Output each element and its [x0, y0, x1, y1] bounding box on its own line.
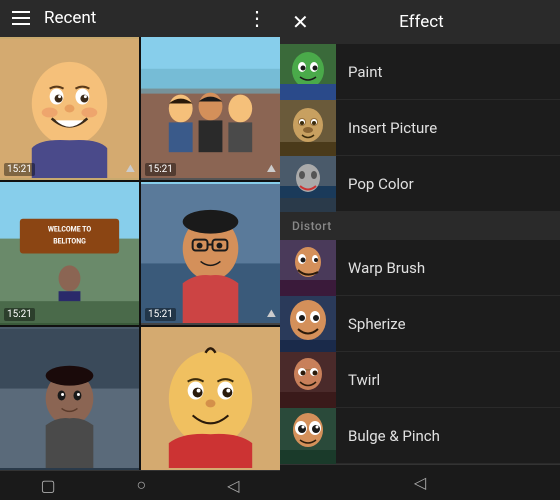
close-button[interactable]: ✕: [292, 12, 309, 32]
effect-item-insert-picture[interactable]: Insert Picture: [280, 100, 560, 156]
effect-thumb-bulge: [280, 408, 336, 464]
effect-thumb-circle: [280, 464, 336, 465]
effect-item-paint[interactable]: Paint: [280, 44, 560, 100]
effect-label-warp: Warp Brush: [336, 259, 552, 277]
svg-text:BELITONG: BELITONG: [53, 237, 86, 245]
svg-text:WELCOME TO: WELCOME TO: [48, 225, 92, 233]
effect-thumb-pop: [280, 156, 336, 212]
top-bar-left: Recent: [12, 8, 96, 28]
effect-thumb-paint: [280, 44, 336, 100]
nav-back-button-right[interactable]: ◁: [398, 469, 442, 496]
recent-title: Recent: [44, 8, 96, 28]
image-icon-4: ⛰: [267, 307, 276, 321]
bottom-nav-left: ▢ ○ ◁: [0, 470, 280, 500]
photo-cell-4[interactable]: 15:21 ⛰: [141, 182, 280, 325]
effect-label-bulge: Bulge & Pinch: [336, 427, 552, 445]
left-panel: Recent ⋮: [0, 0, 280, 500]
effect-list: Paint Insert P: [280, 44, 560, 464]
nav-home-button[interactable]: ○: [121, 471, 163, 499]
effect-title: Effect: [319, 12, 524, 32]
image-icon-2: ⛰: [267, 162, 276, 176]
right-panel: ✕ Effect Paint: [280, 0, 560, 500]
effect-label-insert: Insert Picture: [336, 119, 552, 137]
effect-label-pop: Pop Color: [336, 175, 552, 193]
more-options-button[interactable]: ⋮: [247, 6, 268, 30]
menu-button[interactable]: [12, 11, 30, 25]
effect-label-paint: Paint: [336, 63, 552, 81]
timestamp-2: 15:21: [145, 163, 176, 176]
photo-cell-3[interactable]: WELCOME TO BELITONG 15:21: [0, 182, 139, 325]
image-icon-1: ⛰: [126, 162, 135, 176]
timestamp-1: 15:21: [4, 163, 35, 176]
effect-label-spherize: Spherize: [336, 315, 552, 333]
top-bar: Recent ⋮: [0, 0, 280, 37]
nav-back-button[interactable]: ◁: [211, 472, 255, 499]
distort-label: Distort: [292, 219, 332, 233]
timestamp-4: 15:21: [145, 308, 176, 321]
effect-thumb-warp: [280, 240, 336, 296]
effect-item-warp-brush[interactable]: Warp Brush: [280, 240, 560, 296]
effect-item-spherize[interactable]: Spherize: [280, 296, 560, 352]
photo-cell-2[interactable]: 15:21 ⛰: [141, 37, 280, 180]
effect-header: ✕ Effect: [280, 0, 560, 44]
effect-item-pop-color[interactable]: Pop Color: [280, 156, 560, 212]
effect-thumb-spherize: [280, 296, 336, 352]
photo-cell-6[interactable]: [141, 327, 280, 470]
effect-item-bulge-pinch[interactable]: Bulge & Pinch: [280, 408, 560, 464]
effect-label-twirl: Twirl: [336, 371, 552, 389]
nav-square-button[interactable]: ▢: [24, 472, 71, 499]
photo-grid: 15:21 ⛰ 15:21 ⛰: [0, 37, 280, 470]
effect-thumb-twirl: [280, 352, 336, 408]
bottom-nav-right: ◁: [280, 464, 560, 500]
distort-section-header: Distort: [280, 212, 560, 240]
timestamp-3: 15:21: [4, 308, 35, 321]
effect-thumb-insert: [280, 100, 336, 156]
effect-item-twirl[interactable]: Twirl: [280, 352, 560, 408]
photo-cell-5[interactable]: [0, 327, 139, 470]
photo-cell-1[interactable]: 15:21 ⛰: [0, 37, 139, 180]
